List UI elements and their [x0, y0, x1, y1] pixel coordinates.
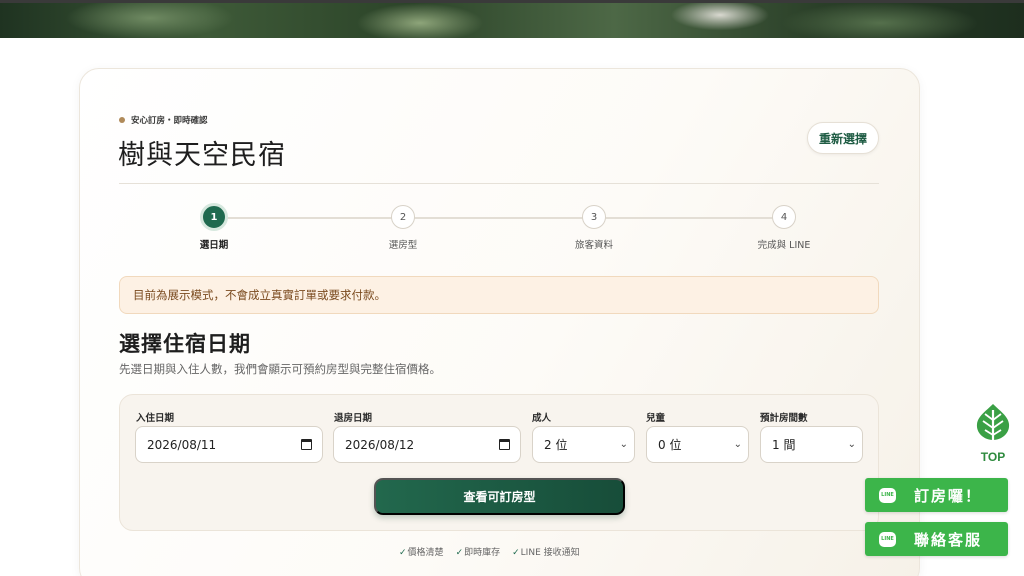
reset-button[interactable]: 重新選擇: [807, 122, 879, 154]
rooms-label: 預計房間數: [760, 413, 808, 424]
rooms-select[interactable]: 1 間 ⌄: [760, 426, 863, 463]
adults-label: 成人: [532, 413, 552, 424]
feature-item: ✓價格清楚: [399, 548, 444, 558]
chevron-down-icon: ⌄: [847, 439, 856, 450]
adults-select[interactable]: 2 位 ⌄: [532, 426, 635, 463]
rooms-select-value: 1 間: [772, 438, 796, 452]
hero-banner-image: [0, 3, 1024, 38]
tagline-dot-icon: [119, 117, 125, 123]
step-1-indicator[interactable]: 1: [200, 203, 228, 231]
step-3-indicator[interactable]: 3: [582, 205, 606, 229]
line-book-button[interactable]: LINE 訂房囉！: [865, 478, 1008, 512]
check-icon: ✓: [399, 548, 407, 558]
children-select-value: 0 位: [658, 438, 682, 452]
site-title: 樹與天空民宿: [118, 140, 286, 171]
tagline: 安心訂房・即時確認: [119, 114, 208, 126]
stepper-track: [214, 217, 784, 219]
tagline-text: 安心訂房・即時確認: [131, 116, 208, 126]
adults-select-value: 2 位: [544, 438, 568, 452]
step-4-indicator[interactable]: 4: [772, 205, 796, 229]
checkin-label: 入住日期: [136, 413, 175, 424]
feature-item: ✓LINE 接收通知: [512, 548, 580, 558]
checkout-date-value: 2026/08/12: [345, 437, 415, 452]
check-icon: ✓: [455, 548, 464, 558]
calendar-icon[interactable]: [499, 439, 510, 450]
checkin-date-input[interactable]: 2026/08/11: [135, 426, 323, 463]
step-2-indicator[interactable]: 2: [391, 205, 415, 229]
chevron-down-icon: ⌄: [619, 439, 628, 450]
checkout-label: 退房日期: [334, 413, 373, 424]
line-contact-button[interactable]: LINE 聯絡客服: [865, 522, 1008, 556]
line-contact-label: 聯絡客服: [914, 530, 983, 549]
check-icon: ✓: [512, 548, 520, 558]
demo-mode-notice: 目前為展示模式，不會成立真實訂單或要求付款。: [119, 276, 879, 314]
calendar-icon[interactable]: [301, 439, 312, 450]
step-2-label: 選房型: [388, 240, 418, 251]
line-icon: LINE: [879, 531, 896, 547]
checkout-date-input[interactable]: 2026/08/12: [333, 426, 521, 463]
tree-icon: [976, 404, 1010, 446]
view-rooms-button[interactable]: 查看可訂房型: [374, 478, 625, 515]
children-label: 兒童: [646, 413, 666, 424]
feature-list: ✓價格清楚 ✓即時庫存 ✓LINE 接收通知: [399, 545, 580, 559]
section-title: 選擇住宿日期: [119, 332, 251, 356]
line-book-label: 訂房囉！: [914, 486, 983, 505]
step-3-label: 旅客資料: [574, 240, 613, 251]
step-4-label: 完成與 LINE: [757, 240, 811, 251]
line-icon: LINE: [879, 487, 896, 503]
section-description: 先選日期與入住人數，我們會顯示可預約房型與完整住宿價格。: [119, 362, 441, 376]
header-divider: [119, 183, 879, 184]
back-to-top-label[interactable]: TOP: [972, 450, 1014, 464]
checkin-date-value: 2026/08/11: [147, 437, 217, 452]
children-select[interactable]: 0 位 ⌄: [646, 426, 749, 463]
feature-item: ✓即時庫存: [455, 548, 501, 558]
step-1-label: 選日期: [199, 240, 229, 251]
chevron-down-icon: ⌄: [733, 439, 742, 450]
